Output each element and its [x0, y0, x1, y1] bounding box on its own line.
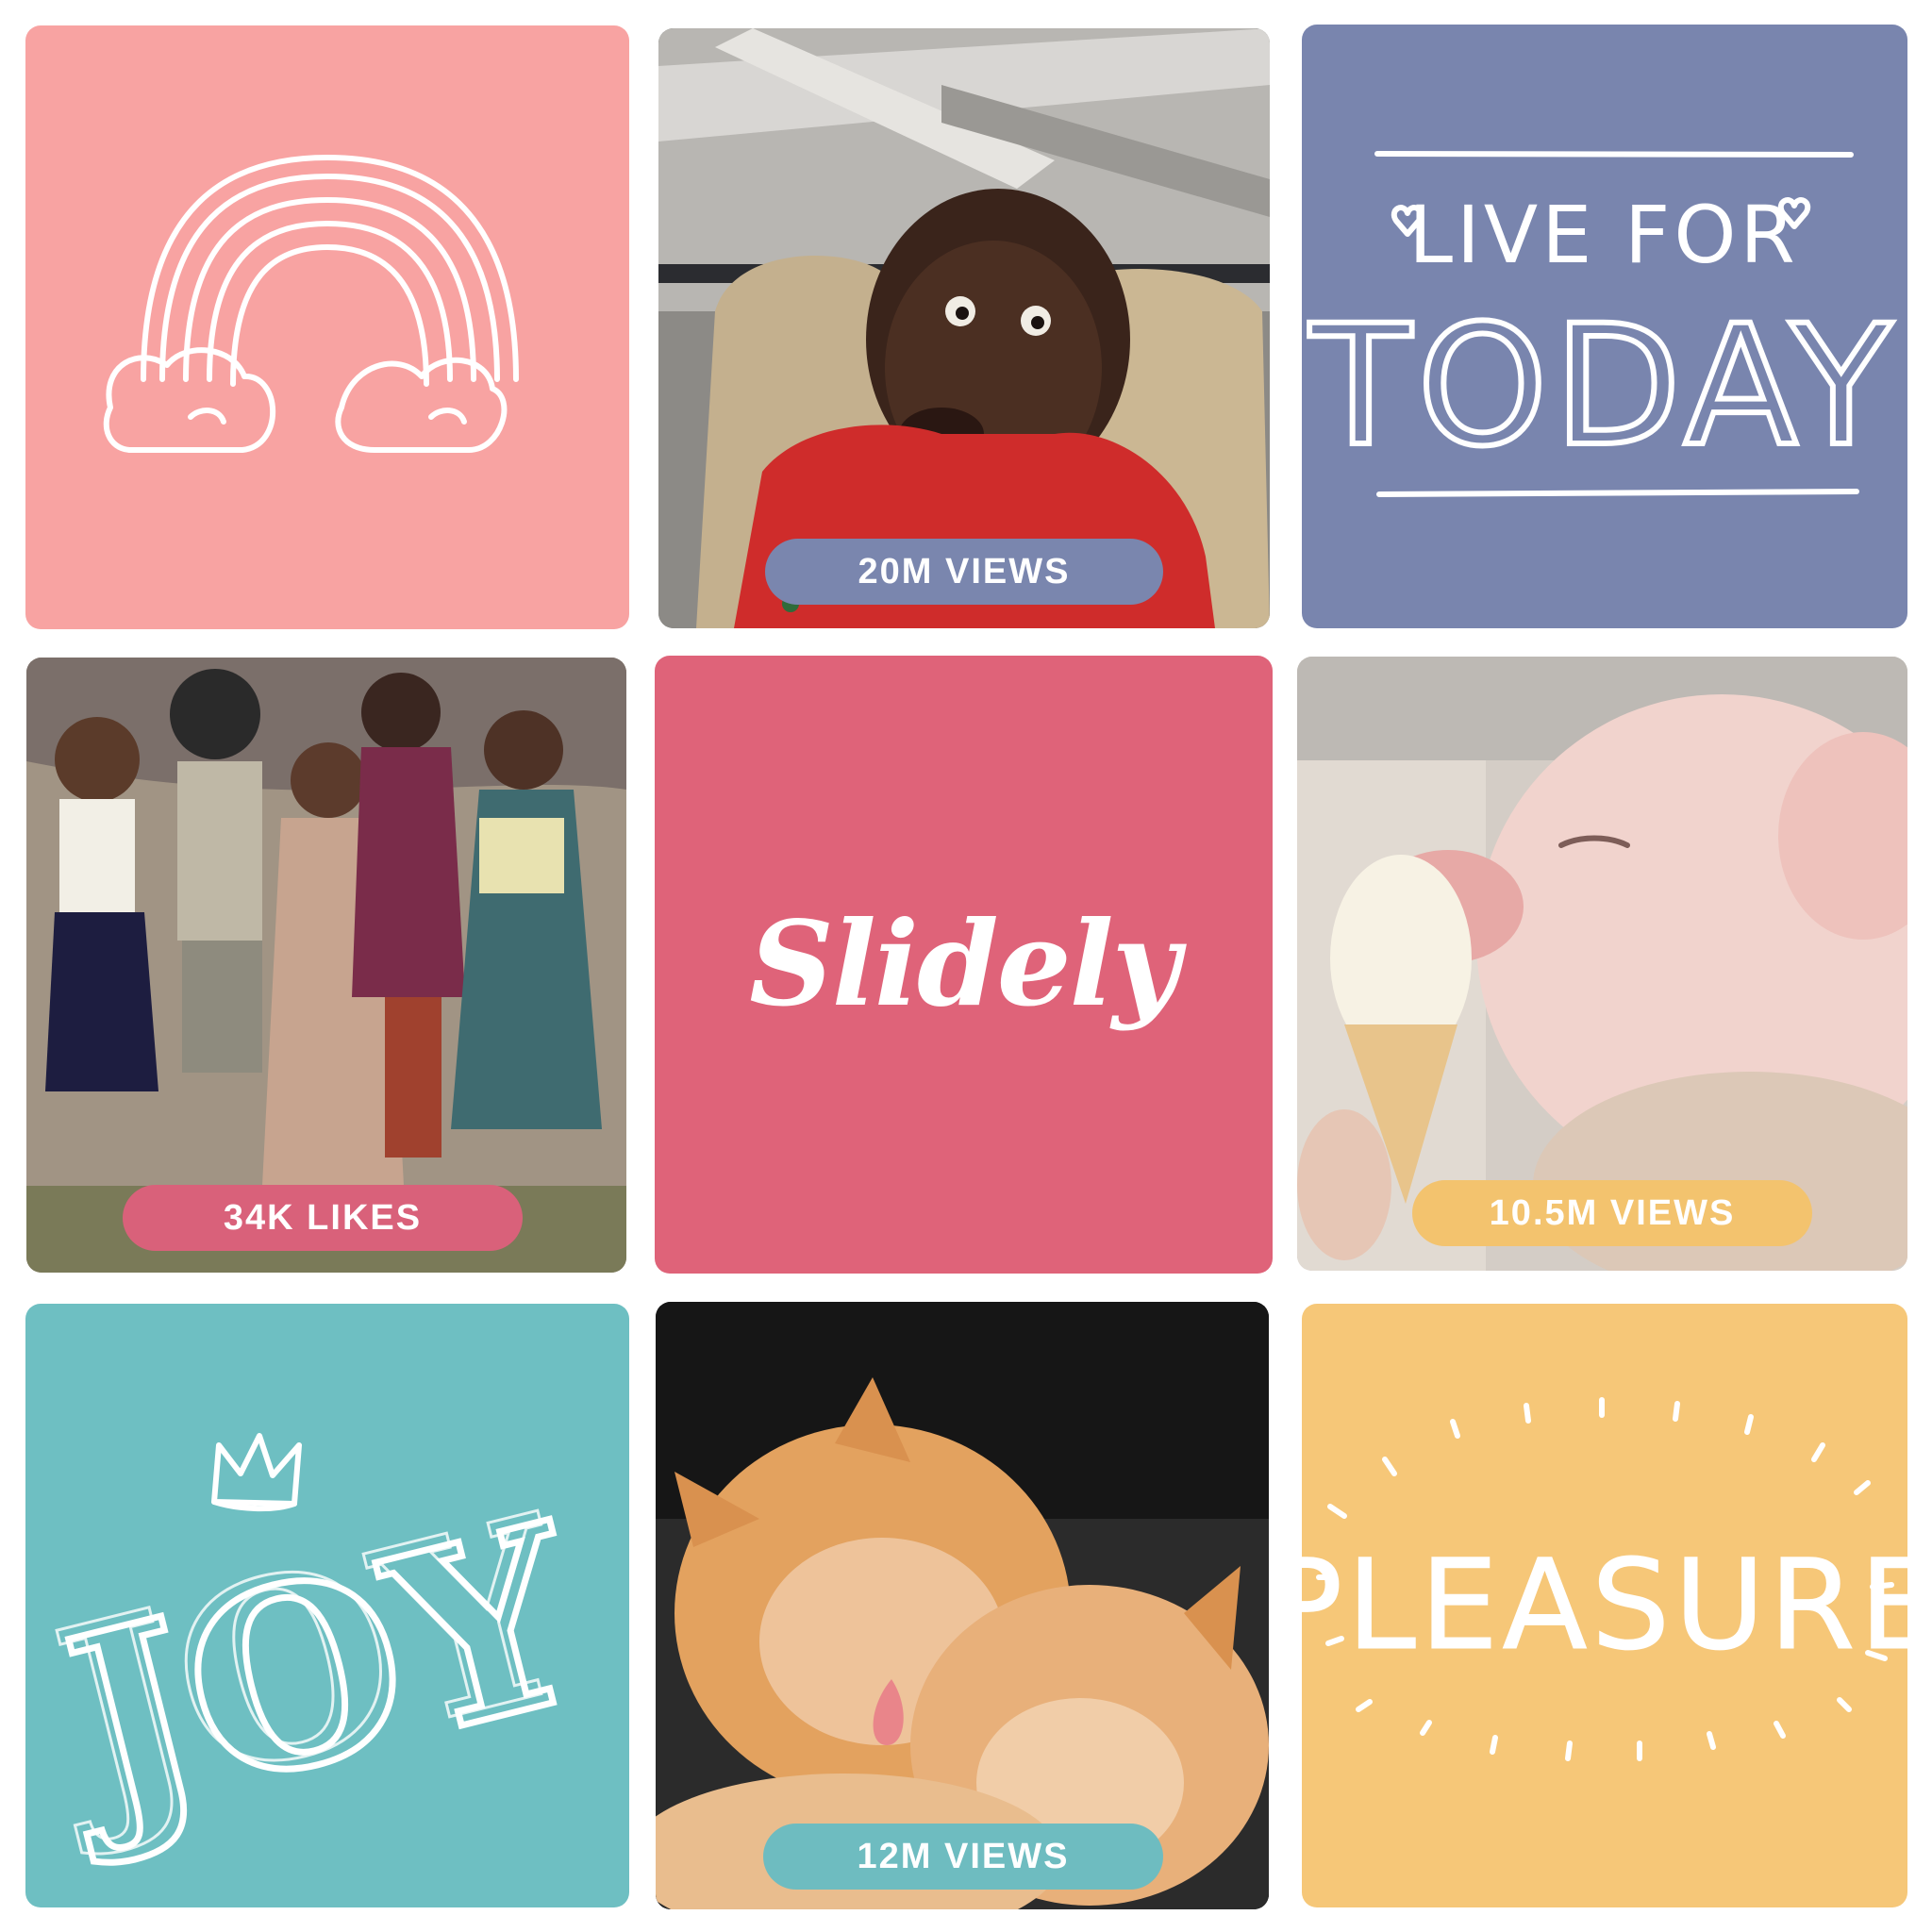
slidely-logo-tile[interactable]: Slidely — [655, 656, 1273, 1274]
pleasure-tile[interactable]: PLEASURE — [1302, 1304, 1907, 1907]
children-photo-tile[interactable]: 34K LIKES — [26, 658, 626, 1273]
live-for-today-tile[interactable]: LIVE FOR TODAY — [1302, 25, 1907, 628]
joy-art: JOY JOY — [25, 1433, 613, 1880]
cats-video-tile[interactable]: 12M VIEWS — [656, 1302, 1269, 1909]
tagline-line1: LIVE FOR — [1408, 189, 1799, 281]
views-badge: 10.5M VIEWS — [1412, 1180, 1812, 1246]
children-thumbnail — [26, 658, 626, 1273]
crown-icon — [211, 1433, 302, 1507]
rainbow-tile[interactable] — [25, 25, 629, 629]
joy-tile[interactable]: JOY JOY — [25, 1304, 629, 1907]
cats-thumbnail — [656, 1302, 1269, 1909]
views-badge: 12M VIEWS — [763, 1824, 1163, 1890]
slidely-logo: Slidely — [749, 896, 1180, 1033]
rainbow-icon — [103, 155, 519, 453]
pleasure-lettering: PLEASURE — [1302, 1533, 1907, 1679]
pig-thumbnail — [1297, 657, 1907, 1271]
likes-badge: 34K LIKES — [123, 1185, 523, 1251]
live-for-today-art: LIVE FOR TODAY — [1307, 151, 1898, 497]
pig-video-tile[interactable]: 10.5M VIEWS — [1297, 657, 1907, 1271]
tagline-line2: TODAY — [1309, 290, 1898, 483]
joy-lettering-shadow: JOY — [25, 1461, 598, 1869]
scared-kid-video-tile[interactable]: 20M VIEWS — [658, 28, 1270, 628]
views-badge: 20M VIEWS — [765, 539, 1163, 605]
